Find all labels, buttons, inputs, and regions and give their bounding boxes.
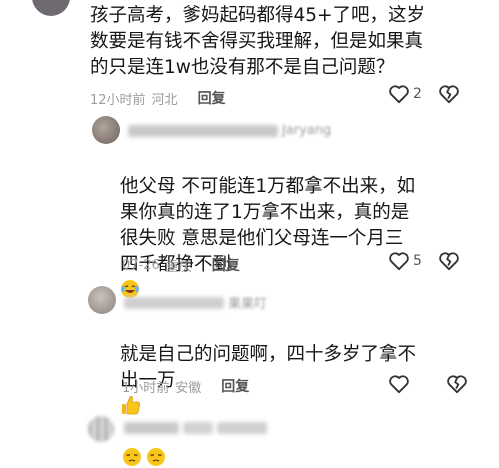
comment-text: 他父母 不可能连1万都拿不出来，如 果你真的连了1万拿不出来，真的是 很失败 意… (120, 148, 415, 304)
broken-heart-icon[interactable] (438, 251, 460, 271)
comment-location: 重庆 (165, 259, 192, 275)
avatar[interactable] (92, 116, 120, 144)
avatar[interactable] (32, 0, 70, 16)
comment-emojis (122, 447, 166, 467)
comment-text: 孩子高考，爹妈起码都得45+了吧，这岁 数要是有钱不舍得买我理解，但是如果真 的… (90, 5, 426, 78)
comment-actions: 5 (388, 251, 460, 271)
username-blurred[interactable]: 果果叮 (124, 293, 267, 312)
comment-location: 安徽 (175, 380, 202, 396)
unamused-face-emoji (123, 448, 141, 466)
username-fragment: Jaryang (282, 123, 332, 138)
reply-button[interactable]: 回复 (221, 376, 249, 396)
comment-meta: 1小时前 安徽 回复 (122, 376, 249, 396)
comment-actions: 2 (388, 84, 460, 104)
comment-meta: 07-26 重庆 回复 (122, 255, 240, 275)
avatar[interactable] (88, 416, 114, 442)
username-fragment: 果果叮 (228, 297, 268, 312)
unamused-face-emoji (147, 448, 165, 466)
comment-time: 1小时前 (122, 380, 170, 396)
comment-actions (388, 374, 468, 394)
like-count: 2 (413, 86, 422, 102)
blurred-segment (183, 422, 213, 434)
comment-time: 12小时前 (90, 92, 146, 108)
avatar[interactable] (88, 286, 116, 314)
username-blurred[interactable] (124, 422, 267, 434)
blurred-segment (128, 124, 278, 137)
reply-button[interactable]: 回复 (212, 255, 240, 275)
heart-outline-icon[interactable] (388, 251, 410, 271)
like-count: 5 (413, 253, 422, 269)
blurred-segment (124, 422, 179, 434)
reply-button[interactable]: 回复 (198, 88, 226, 108)
broken-heart-icon[interactable] (446, 374, 468, 394)
blurred-segment (217, 422, 267, 434)
blurred-segment (124, 296, 224, 309)
comment-text: 就是自己的问题啊，四十多岁了拿不 出一万 (120, 316, 416, 421)
heart-outline-icon[interactable] (388, 374, 410, 394)
comment-time: 07-26 (122, 257, 160, 273)
comment-location: 河北 (151, 92, 178, 108)
heart-outline-icon[interactable] (388, 84, 410, 104)
comment-meta: 12小时前 河北 回复 (90, 88, 226, 108)
username-blurred[interactable]: Jaryang (128, 123, 331, 138)
thumbs-up-emoji (122, 396, 140, 415)
broken-heart-icon[interactable] (438, 84, 460, 104)
